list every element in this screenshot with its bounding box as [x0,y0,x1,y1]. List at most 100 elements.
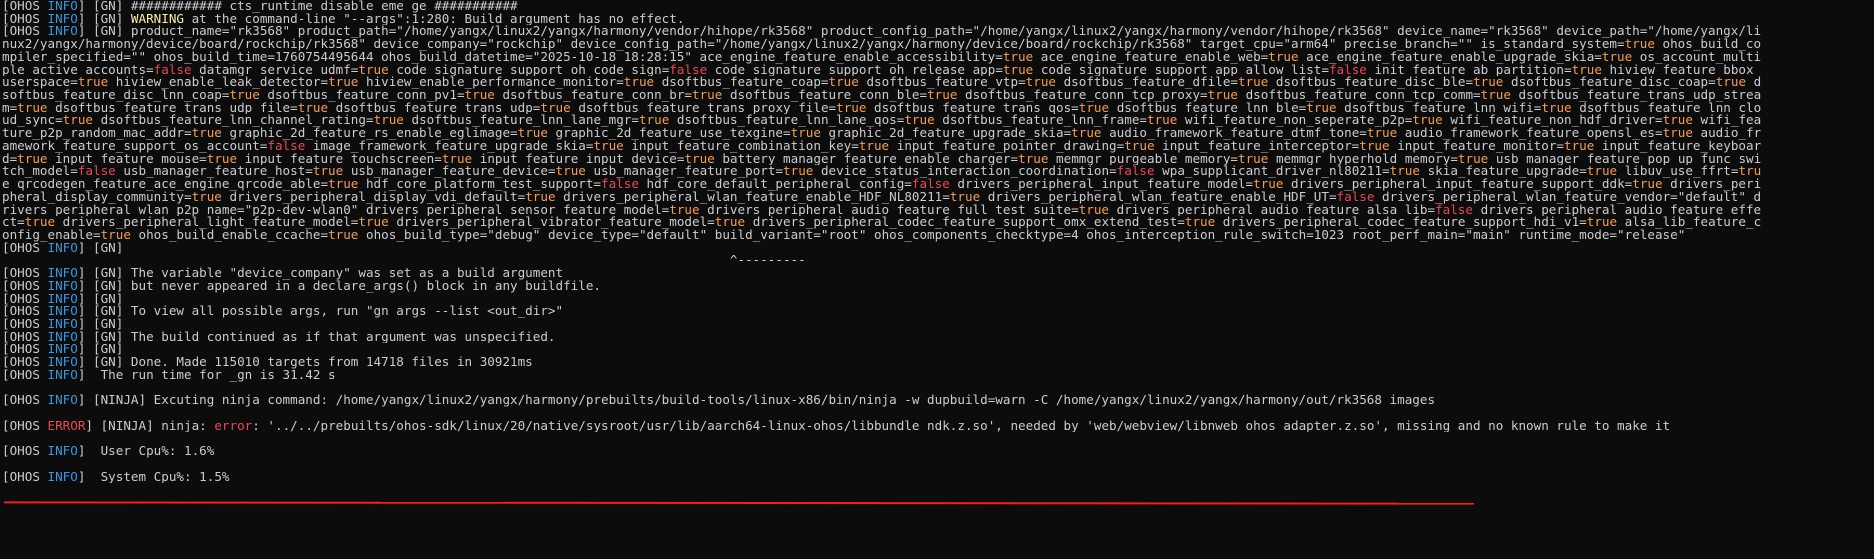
terminal-line: onfig_enable=true ohos_build_enable_ccac… [2,229,1874,242]
line-text: ohos_build_enable_ccache= [130,228,329,242]
line-text: os_account_multi [1632,50,1762,64]
bool-true: true [1473,76,1504,90]
bool-true: true [1268,50,1299,64]
terminal-line: tch_model=false usb_manager_feature_host… [2,165,1874,178]
line-text: dsoftbus_feature_lnn_channel_rating= [93,114,374,128]
info-tag: INFO [47,343,78,357]
error-annotation-underline [3,501,1475,505]
terminal-line: d=true input_feature_mouse=true input_fe… [2,153,1874,166]
bool-true: true [1018,152,1049,166]
terminal-line: [OHOS ERROR] [NINJA] ninja: error: '../.… [2,420,1874,433]
terminal-line: [OHOS INFO] The run time for _gn is 31.4… [2,369,1874,382]
line-text: ] [GN] [77,343,124,357]
bool-true: true [593,139,624,153]
line-text: [OHOS [2,419,48,433]
line-text: drivers_peri [1662,178,1762,191]
line-text: wifi_feature_non_seperate_p2p= [1177,114,1413,128]
line-text: dsoftbus_feature_disc_ble= [1268,76,1474,90]
bool-true: true [904,114,935,128]
line-text: input_feature_pointer_drawing= [889,139,1125,153]
line-text: dsoftbus_feature_trans_udp_file= [47,101,298,115]
line-text: ] System Cpu%: 1.5% [77,470,230,484]
bool-true: true [684,152,715,166]
line-text: hiview_enable_leak_detector= [108,76,329,90]
line-text: ace_engine_feature_enable_web= [1033,50,1269,64]
line-text: usb_manager_feature_port= [585,165,784,179]
line-text: dsoftbus_feature_coap= [654,76,829,90]
line-text: ] [NINJA] ninja: [85,419,215,433]
line-text: [OHOS [2,356,48,369]
line-text: dsoftbus_feature_lnn_lane_qos= [669,114,905,128]
line-text: dsoftbus_feature_disc_coap= [1503,76,1716,90]
line-text: userspace= [2,76,78,90]
line-text: [OHOS [2,305,48,318]
terminal-line: ^--------- [2,254,1874,267]
info-tag: INFO [47,305,78,318]
line-text: skia_feature_upgrade= [1419,165,1587,179]
line-text: drivers_peripheral_codec_feature_support… [1215,216,1587,229]
bool-true: true [1002,50,1034,64]
terminal-line: [OHOS INFO] [GN] [2,318,1874,331]
line-text: [OHOS [2,445,48,458]
bool-true: true [638,114,670,128]
line-text: ] User Cpu%: 1.6% [77,445,215,458]
line-text: hiview_feature_bbox_ [1601,63,1762,77]
line-text: mpiler_specified="" ohos_build_time=1760… [2,50,1003,64]
line-text: softbus_feature_disc_lnn_coap= [2,89,230,102]
bool-true: true [692,89,723,102]
line-text: dsoftbus_feature_trans_udp_strea [1510,89,1762,102]
bool-true: true [229,89,260,102]
line-text: dsoftbus_feature_conn_pv1= [259,89,465,102]
bool-true: true [1253,178,1284,191]
line-text: audio_framework_feature_dtmf_tone= [1101,127,1367,140]
line-text: input_feature_input_device= [472,152,685,166]
bool-true: true [790,127,821,140]
line-text: dsoftbus_feature_conn_tcp_proxy= [957,89,1208,102]
terminal-output: [OHOS INFO] [GN] ############ cts_runtim… [2,0,1874,483]
line-text: dsoftbus_feature_trans_udp= [328,101,541,115]
bool-true: true [1389,165,1420,179]
line-text: ] [GN] [77,292,124,306]
warning-label: WARNING [130,12,184,26]
line-text: graphic_2d_feature_upgrade_skia= [820,127,1072,140]
line-text: [OHOS [2,25,48,39]
bool-true: true [328,228,359,242]
line-text: [OHOS [2,317,48,331]
bool-true: true [24,216,56,229]
line-text: ] [GN] The variable "device_company" was… [77,267,564,280]
bool-false: false [669,63,708,77]
line-text: nux2/yangx/harmony/device/board/rockchip… [2,38,1625,51]
line-text: drivers_peripheral_input_feature_model= [949,178,1254,191]
bool-true: true [1207,89,1238,102]
line-text: ] [GN] Done. Made 115010 targets from 14… [77,356,533,369]
bool-true: true [358,63,389,77]
terminal-line: ct=true drivers_peripheral_light_feature… [2,216,1874,229]
terminal-line: ud_sync=true dsoftbus_feature_lnn_channe… [2,114,1874,127]
bool-true: true [1238,152,1269,166]
bool-true: true [540,101,571,115]
info-tag: INFO [47,356,78,369]
terminal-line: userspace= true hiview_enable_leak_detect… [2,76,1874,89]
line-text: drivers_peripheral_audio_feature_effe [1472,203,1762,217]
terminal-line: [OHOS INFO] System Cpu%: 1.5% [2,471,1874,484]
bool-true: true [1564,139,1595,153]
bool-true: true [1025,76,1057,90]
bool-true: true [1412,114,1443,128]
line-text: [OHOS [2,470,48,484]
line-text: ct= [2,216,25,229]
line-text: ture_p2p_random_mac_addr= [2,127,192,140]
line-text: [OHOS [2,343,48,357]
bool-true: true [1238,76,1269,90]
line-text: [OHOS [2,267,48,280]
line-text: graphic_2d_feature_use_texgine= [547,127,791,140]
bool-true: true [1662,114,1693,128]
bool-true: true [949,190,981,204]
line-text: [OHOS [2,0,48,13]
bool-true: true [927,89,958,102]
line-text: graphic_2d_feature_rs_enable_eglimage= [221,127,518,140]
terminal-window[interactable]: [OHOS INFO] [GN] ############ cts_runtim… [0,0,1874,559]
line-text: ] [GN] [77,317,124,331]
bool-false: false [911,178,950,191]
bool-false: false [77,165,116,179]
